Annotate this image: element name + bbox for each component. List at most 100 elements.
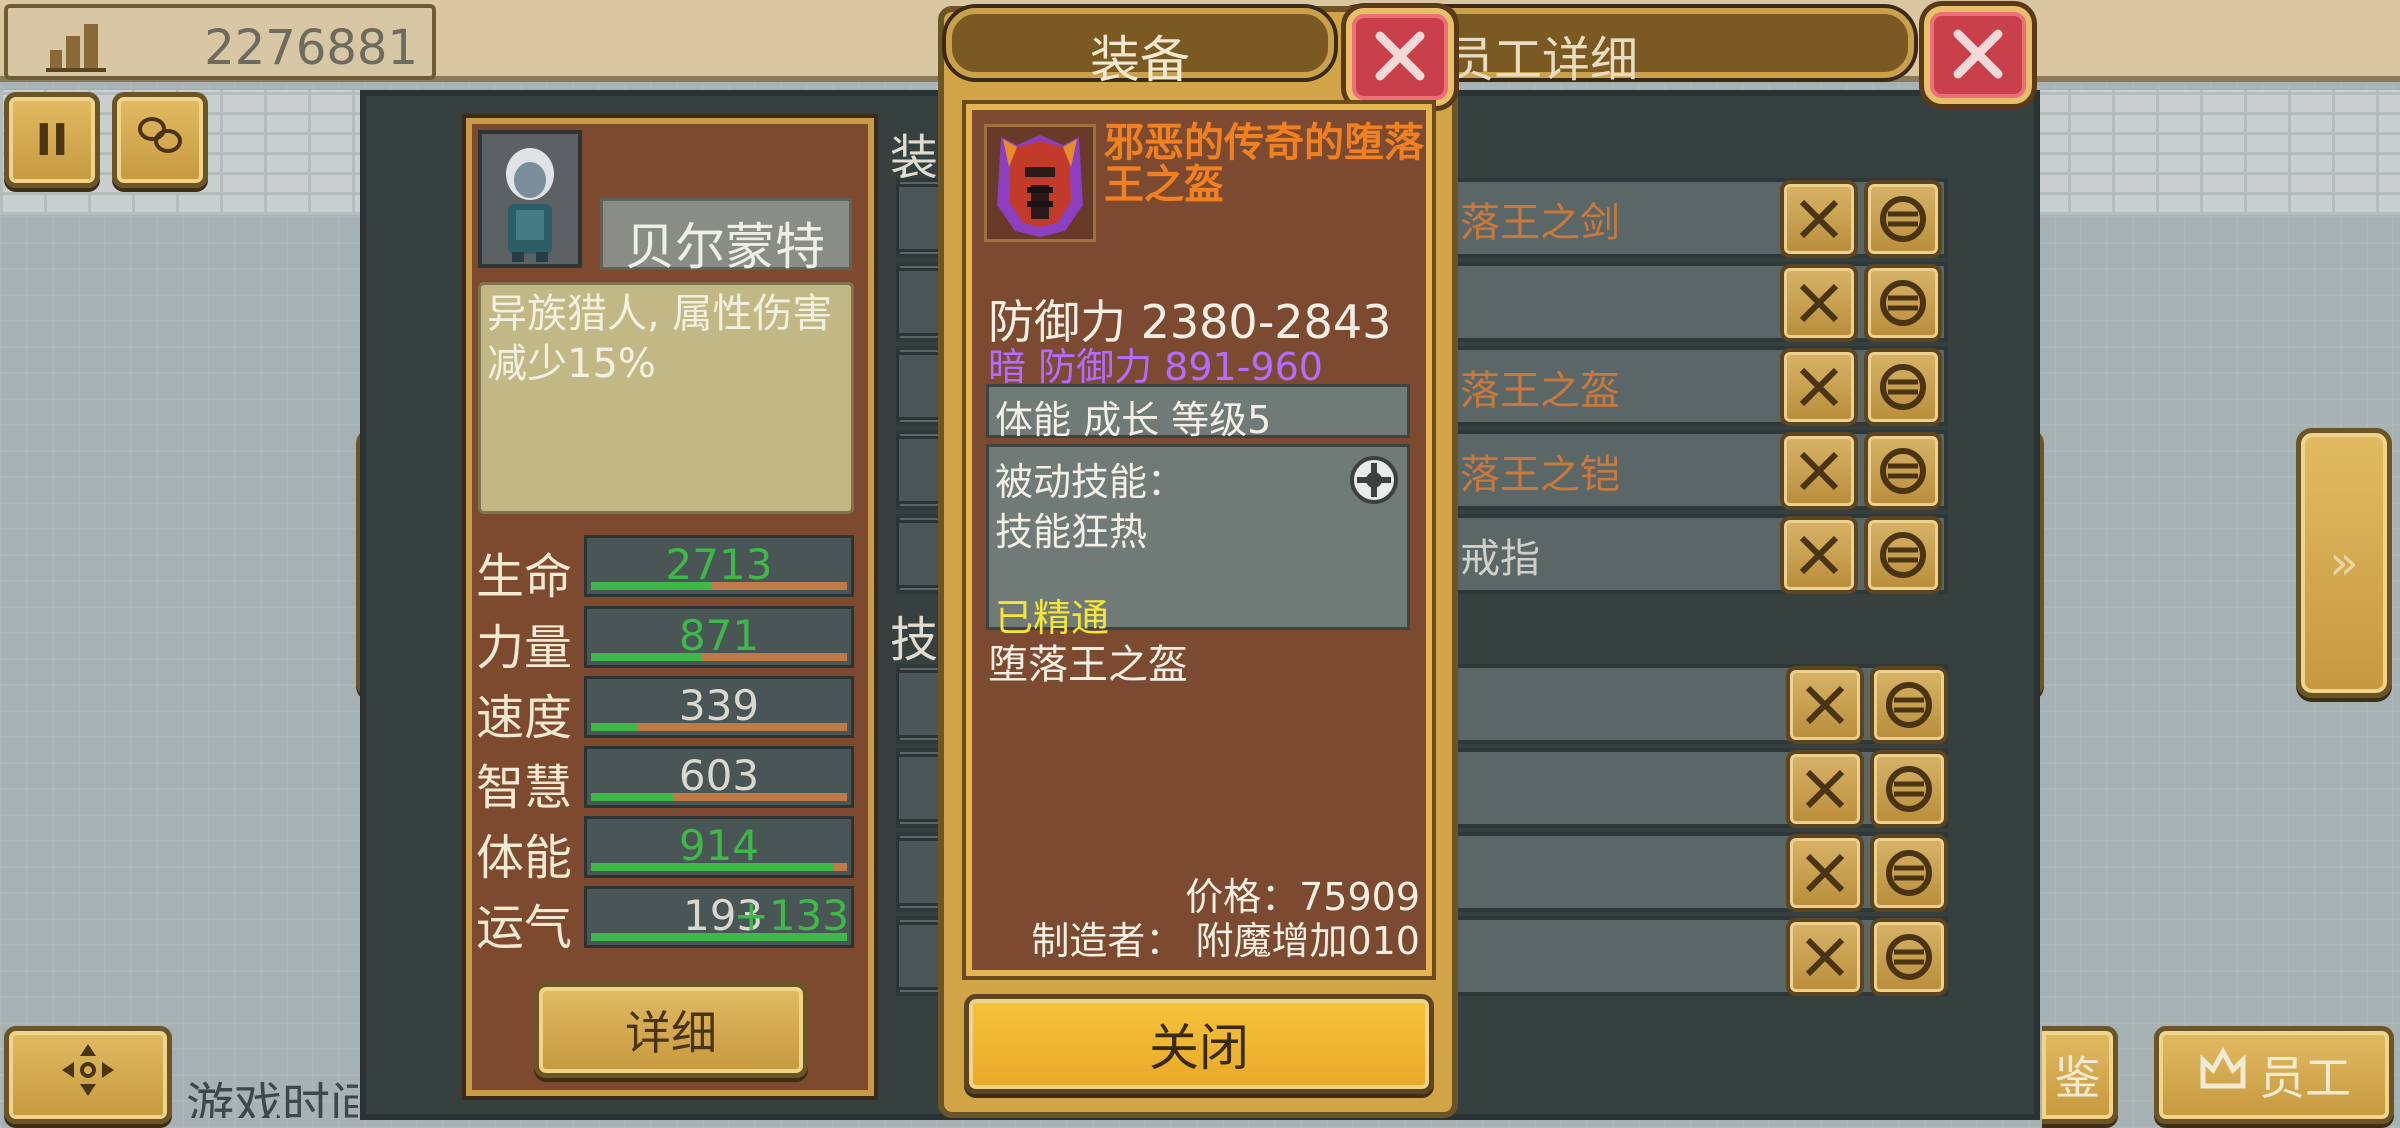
unequip-button[interactable] — [1786, 666, 1864, 744]
unequip-button[interactable] — [1786, 750, 1864, 828]
close-employee-button[interactable] — [1924, 6, 2032, 104]
money-value: 2276881 — [204, 20, 418, 76]
swap-icon — [1880, 364, 1926, 410]
swap-icon — [1880, 532, 1926, 578]
x-icon — [1799, 283, 1839, 323]
employee-detail-title: 员工详细 — [1446, 32, 1639, 88]
swap-button[interactable] — [1864, 432, 1942, 510]
x-icon — [1799, 451, 1839, 491]
helmet-icon — [997, 135, 1083, 237]
money-display: 2276881 — [4, 4, 436, 80]
stat-progress-track — [591, 582, 847, 590]
swap-icon — [1880, 196, 1926, 242]
stat-bar: 914 — [584, 816, 854, 878]
passive-skill-title: 被动技能： — [995, 460, 1186, 504]
item-base-name: 堕落王之盔 — [988, 642, 1188, 688]
crown-icon — [2197, 1046, 2249, 1105]
x-icon — [1799, 367, 1839, 407]
swap-button[interactable] — [1870, 834, 1948, 912]
close-icon — [1953, 29, 2003, 79]
x-icon — [1799, 535, 1839, 575]
appraise-button-label: 鉴 — [2054, 1051, 2101, 1105]
skill-info-icon[interactable] — [1349, 455, 1399, 505]
growth-box: 体能 成长 等级5 — [986, 384, 1410, 442]
skill-section-label: 技 — [890, 612, 939, 668]
next-page-button[interactable]: » — [2296, 428, 2392, 698]
equip-slot-text: 戒指 — [1460, 536, 1540, 582]
swap-button[interactable] — [1864, 264, 1942, 342]
stat-progress-fill — [591, 723, 638, 731]
swap-icon — [1886, 850, 1932, 896]
equip-popup-header: 装备 — [946, 8, 1334, 89]
x-icon — [1805, 685, 1845, 725]
stat-bar: 193 +133 — [584, 886, 854, 948]
swap-button[interactable] — [1864, 516, 1942, 594]
close-equip-popup-button[interactable] — [1346, 8, 1454, 106]
x-icon — [1805, 937, 1845, 977]
close-button[interactable]: 关闭 — [964, 994, 1434, 1094]
equip-popup-title: 装备 — [1090, 31, 1190, 89]
swap-button[interactable] — [1870, 666, 1948, 744]
appraise-button[interactable]: 鉴 — [2042, 1026, 2118, 1124]
unequip-button[interactable] — [1786, 918, 1864, 996]
double-right-icon: » — [2329, 535, 2359, 591]
unequip-button[interactable] — [1780, 516, 1858, 594]
item-dark-defense: 暗 防御力 891-960 — [988, 345, 1323, 389]
stat-label: 智慧 — [476, 760, 573, 816]
stat-progress-fill — [591, 653, 702, 661]
move-button[interactable] — [4, 1026, 172, 1124]
stat-bar: 871 — [584, 606, 854, 668]
building-icon — [46, 20, 106, 72]
employee-button[interactable]: 员工 — [2154, 1026, 2394, 1124]
stat-progress-track — [591, 933, 847, 941]
x-icon — [1799, 199, 1839, 239]
x-icon — [1805, 769, 1845, 809]
unequip-button[interactable] — [1780, 348, 1858, 426]
stat-label: 运气 — [476, 900, 573, 956]
stat-progress-track — [591, 793, 847, 801]
map-icon — [134, 113, 186, 168]
swap-icon — [1880, 280, 1926, 326]
swap-icon — [1886, 934, 1932, 980]
employee-button-label: 员工 — [2259, 1051, 2351, 1105]
swap-button[interactable] — [1870, 750, 1948, 828]
stat-progress-track — [591, 863, 847, 871]
unequip-button[interactable] — [1786, 834, 1864, 912]
stat-progress-fill — [591, 793, 673, 801]
trait-text: 异族猎人, 属性伤害减少15% — [487, 291, 833, 387]
stat-label: 速度 — [476, 690, 573, 746]
passive-skill-name: 技能狂热 — [995, 510, 1148, 554]
close-icon — [1375, 31, 1425, 81]
stat-label: 生命 — [476, 549, 573, 605]
character-name: 贝尔蒙特 — [625, 218, 825, 276]
detail-button-label: 详细 — [625, 1006, 717, 1060]
swap-icon — [1880, 448, 1926, 494]
stat-progress-fill — [591, 582, 712, 590]
swap-button[interactable] — [1870, 918, 1948, 996]
swap-button[interactable] — [1864, 348, 1942, 426]
move-arrows-icon — [58, 1040, 118, 1111]
unequip-button[interactable] — [1780, 180, 1858, 258]
swap-icon — [1886, 682, 1932, 728]
equip-slot-text: 落王之盔 — [1460, 368, 1620, 414]
stat-bar: 2713 — [584, 535, 854, 597]
growth-text: 体能 成长 等级5 — [995, 398, 1272, 442]
stat-progress-fill — [591, 863, 835, 871]
swap-button[interactable] — [1864, 180, 1942, 258]
game-time-label: 游戏时间 — [186, 1078, 358, 1118]
map-button[interactable] — [112, 92, 208, 188]
unequip-button[interactable] — [1780, 264, 1858, 342]
x-icon — [1805, 853, 1845, 893]
stat-progress-track — [591, 653, 847, 661]
close-button-label: 关闭 — [1149, 1019, 1249, 1077]
passive-skill-box: 被动技能： 技能狂热 已精通 — [986, 444, 1410, 640]
item-name: 邪恶的传奇的堕落王之盔 — [1104, 120, 1424, 208]
pause-button[interactable]: II — [4, 92, 100, 188]
character-name-plate[interactable]: 贝尔蒙特 — [600, 198, 852, 276]
stat-progress-fill — [591, 933, 847, 941]
pause-icon: II — [35, 114, 69, 166]
detail-button[interactable]: 详细 — [534, 982, 808, 1078]
equip-slot-text: 落王之铠 — [1460, 452, 1620, 498]
equip-slot-text: 落王之剑 — [1460, 200, 1620, 246]
unequip-button[interactable] — [1780, 432, 1858, 510]
